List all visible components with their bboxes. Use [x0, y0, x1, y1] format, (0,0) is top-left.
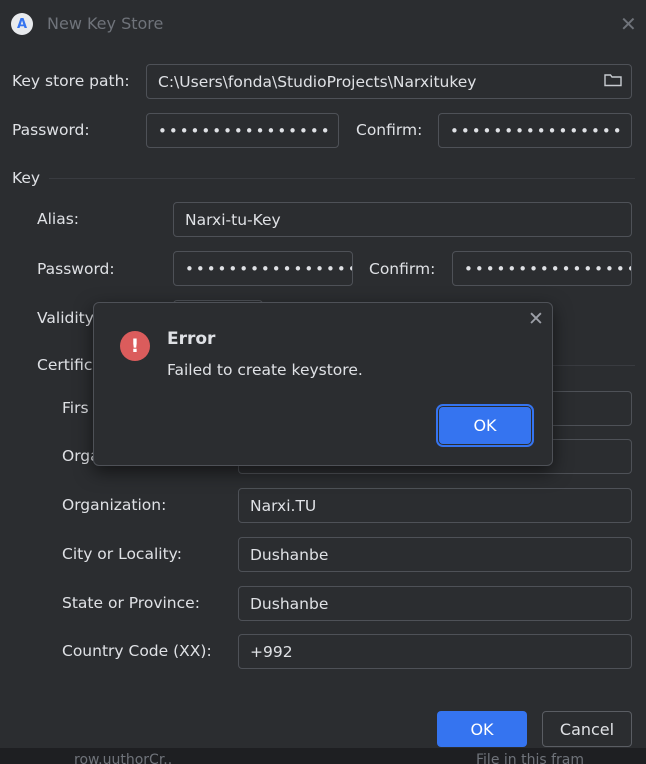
- window-title: New Key Store: [47, 14, 164, 33]
- city-label: City or Locality:: [62, 545, 182, 563]
- background-editor-strip: row.uuthorCr.. File in this fram: [0, 748, 646, 764]
- ok-button[interactable]: OK: [437, 711, 527, 747]
- background-code-text: row.uuthorCr..: [74, 752, 173, 764]
- keystore-path-field[interactable]: C:\Users\fonda\StudioProjects\Narxitukey: [146, 64, 632, 99]
- cancel-button[interactable]: Cancel: [542, 711, 632, 747]
- close-icon[interactable]: ✕: [620, 13, 637, 35]
- keystore-path-label: Key store path:: [12, 72, 130, 90]
- key-confirm-label: Confirm:: [369, 260, 436, 278]
- organization-label: Organization:: [62, 496, 167, 514]
- key-password-label: Password:: [37, 260, 115, 278]
- folder-icon[interactable]: [604, 73, 622, 87]
- state-label: State or Province:: [62, 594, 200, 612]
- country-code-label: Country Code (XX):: [62, 642, 212, 660]
- keystore-confirm-field[interactable]: ••••••••••••••••: [438, 113, 632, 148]
- country-code-field[interactable]: +992: [238, 634, 632, 669]
- error-popup-title: Error: [167, 329, 216, 349]
- key-password-field[interactable]: ••••••••••••••••: [173, 251, 353, 286]
- key-section-label: Key: [12, 169, 41, 187]
- first-last-name-label: Firs: [62, 399, 89, 417]
- background-hint-text: File in this fram: [476, 752, 584, 764]
- error-icon: !: [120, 331, 150, 361]
- keystore-password-field[interactable]: ••••••••••••••••: [146, 113, 339, 148]
- validity-label: Validity: [37, 309, 94, 327]
- keystore-confirm-label: Confirm:: [356, 121, 423, 139]
- keystore-path-value: C:\Users\fonda\StudioProjects\Narxitukey: [158, 72, 477, 91]
- alias-field[interactable]: Narxi-tu-Key: [173, 202, 632, 237]
- keystore-password-label: Password:: [12, 121, 90, 139]
- android-studio-icon: A: [11, 13, 33, 35]
- city-field[interactable]: Dushanbe: [238, 537, 632, 572]
- key-confirm-field[interactable]: ••••••••••••••••: [452, 251, 632, 286]
- error-popup-message: Failed to create keystore.: [167, 361, 363, 379]
- error-popup: ! Error Failed to create keystore. ✕ OK: [93, 302, 553, 466]
- certificate-section-label: Certific: [37, 356, 93, 374]
- organization-field[interactable]: Narxi.TU: [238, 488, 632, 523]
- close-icon[interactable]: ✕: [528, 308, 544, 330]
- alias-label: Alias:: [37, 210, 80, 228]
- state-field[interactable]: Dushanbe: [238, 586, 632, 621]
- key-section-separator: [49, 178, 635, 179]
- error-ok-button[interactable]: OK: [436, 404, 534, 447]
